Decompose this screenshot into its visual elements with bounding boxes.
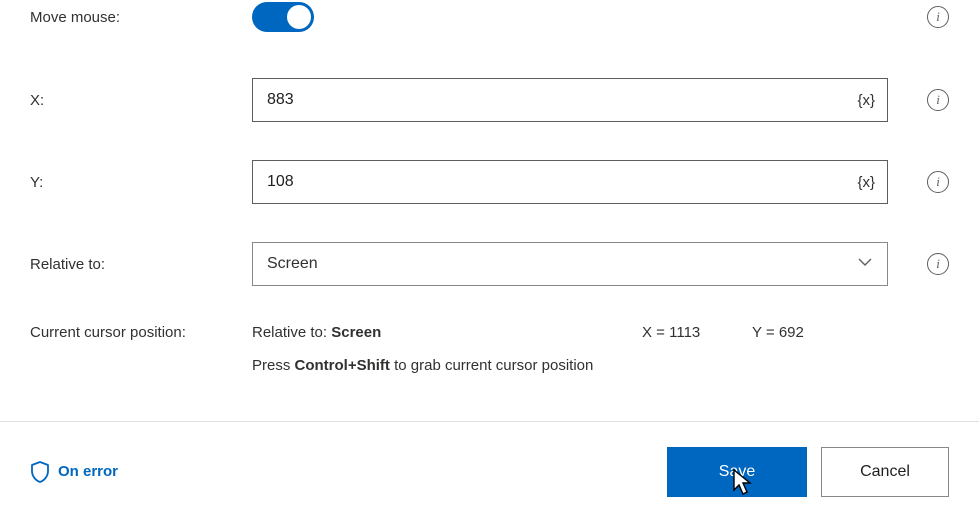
cursor-relative-to: Relative to: Screen (252, 324, 642, 341)
relative-to-select[interactable]: Screen (252, 242, 888, 286)
info-icon[interactable]: i (927, 253, 949, 275)
x-field[interactable]: {x} (252, 78, 888, 122)
x-label: X: (30, 92, 252, 109)
info-icon[interactable]: i (927, 171, 949, 193)
relative-to-selected: Screen (267, 255, 318, 273)
cursor-position-label: Current cursor position: (30, 324, 252, 341)
x-input[interactable] (253, 91, 853, 109)
move-mouse-label: Move mouse: (30, 9, 252, 26)
y-label: Y: (30, 174, 252, 191)
variable-picker-icon[interactable]: {x} (853, 174, 887, 191)
on-error-label: On error (58, 463, 118, 480)
shield-icon (30, 461, 50, 483)
chevron-down-icon (857, 254, 873, 274)
cancel-button[interactable]: Cancel (821, 447, 949, 497)
save-button[interactable]: Save (667, 447, 807, 497)
cursor-x-value: X = 1113 (642, 324, 752, 341)
info-icon[interactable]: i (927, 89, 949, 111)
relative-to-label: Relative to: (30, 256, 252, 273)
y-field[interactable]: {x} (252, 160, 888, 204)
grab-cursor-hint: Press Control+Shift to grab current curs… (252, 357, 949, 374)
move-mouse-toggle[interactable] (252, 2, 314, 32)
cursor-y-value: Y = 692 (752, 324, 804, 341)
variable-picker-icon[interactable]: {x} (853, 92, 887, 109)
on-error-button[interactable]: On error (30, 461, 118, 483)
info-icon[interactable]: i (927, 6, 949, 28)
y-input[interactable] (253, 173, 853, 191)
